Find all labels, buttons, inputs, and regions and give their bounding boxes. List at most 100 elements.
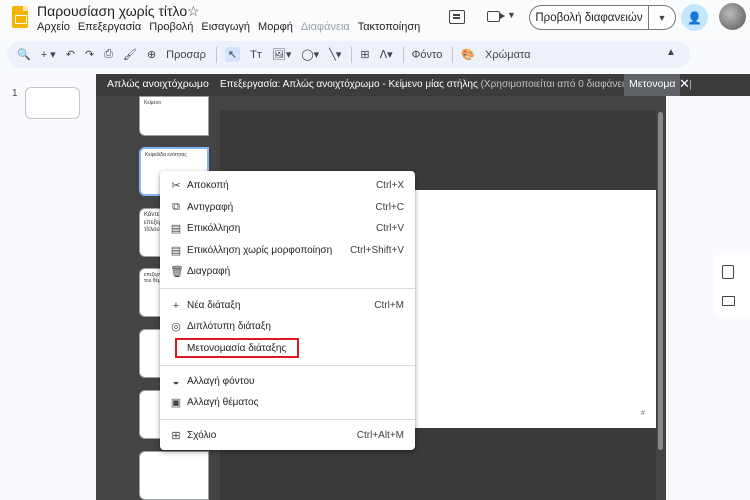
toolbar-divider [351, 46, 353, 63]
zoom-icon[interactable]: ⊕ [147, 48, 156, 61]
side-panel [713, 253, 750, 319]
slideshow-options-chevron-icon[interactable]: ▼ [649, 5, 676, 30]
slide-number-placeholder: # [641, 410, 645, 417]
line-icon[interactable]: ╲▾ [329, 48, 341, 61]
document-title[interactable]: Παρουσίαση χωρίς τίτλο [37, 3, 187, 19]
menu-item-label: Αντιγραφή [187, 202, 234, 213]
theme-icon: ▣ [170, 397, 182, 409]
layout-editor-title: Επεξεργασία: Απλώς ανοιχτόχρωμο - Κείμεν… [220, 79, 637, 90]
menu-item-shortcut: Ctrl+C [375, 202, 404, 213]
colors-button[interactable]: Χρώματα [485, 49, 530, 61]
menu-slide[interactable]: Διαφάνεια [301, 21, 350, 33]
text-box-button[interactable]: Tт [250, 49, 262, 61]
avatar[interactable] [719, 3, 746, 30]
toolbar-divider [402, 46, 404, 63]
menu-item-shortcut: Ctrl+Shift+V [350, 245, 404, 256]
menu-item-delete[interactable]: 🗑 Διαγραφή [160, 261, 415, 282]
menu-item-copy[interactable]: ⧉ Αντιγραφή Ctrl+C [160, 197, 415, 218]
menu-item-label: Αλλαγή θέματος [187, 397, 259, 408]
menu-item-label: Σχόλιο [187, 430, 217, 441]
theme-panel-title: Απλώς ανοιχτόχρωμο [107, 78, 209, 90]
menu-item-change-background[interactable]: ◒ Αλλαγή φόντου [160, 371, 415, 392]
toolbar: 🔍 + ▾ ↶ ↷ ⎙ 🖌 ⊕ Προσαρ ↖ Tт 🖼▾ ◯▾ ╲▾ ⊞ ꓥ… [7, 41, 690, 68]
trash-icon: 🗑 [170, 266, 184, 278]
duplicate-icon: ◎ [171, 321, 181, 333]
keep-notes-icon[interactable] [722, 265, 734, 279]
menu-item-label: Νέα διάταξη [187, 300, 241, 311]
context-menu: ✂ Αποκοπή Ctrl+X ⧉ Αντιγραφή Ctrl+C ▤ Επ… [160, 171, 415, 450]
search-menus-icon[interactable]: 🔍 [17, 48, 31, 61]
menu-item-label: Επικόλληση χωρίς μορφοποίηση [187, 245, 333, 256]
menu-edit[interactable]: Επεξεργασία [78, 21, 141, 33]
menu-arrange[interactable]: Τακτοποίηση [358, 21, 421, 33]
slide-thumbnail[interactable] [25, 87, 80, 119]
meet-camera-icon[interactable] [487, 11, 505, 22]
menu-item-shortcut: Ctrl+M [374, 300, 404, 311]
highlight-annotation [175, 338, 299, 358]
menu-divider [160, 365, 415, 366]
background-button[interactable]: Φόντο [412, 49, 443, 61]
toolbar-divider [215, 46, 217, 63]
menu-format[interactable]: Μορφή [258, 21, 293, 33]
comments-icon[interactable] [449, 10, 465, 24]
paste-icon: ▤ [170, 223, 182, 235]
menu-item-shortcut: Ctrl+V [375, 223, 404, 234]
close-icon[interactable]: ✕ [679, 76, 690, 92]
menu-item-label: Διπλότυπη διάταξη [187, 321, 271, 332]
fill-drop-icon: ◒ [172, 375, 180, 388]
bar-divider [690, 80, 691, 90]
menu-item-cut[interactable]: ✂ Αποκοπή Ctrl+X [160, 175, 415, 196]
menu-item-change-theme[interactable]: ▣ Αλλαγή θέματος [160, 392, 415, 413]
palette-icon[interactable]: 🎨 [461, 48, 475, 61]
menu-item-new-layout[interactable]: + Νέα διάταξη Ctrl+M [160, 295, 415, 316]
filmstrip [0, 74, 96, 500]
layout-usage-count: (Χρησιμοποιείται από 0 διαφάνειες) [480, 79, 637, 90]
zoom-select[interactable]: Προσαρ [166, 49, 206, 61]
menu-item-paste-plain[interactable]: ▤ Επικόλληση χωρίς μορφοποίηση Ctrl+Shif… [160, 240, 415, 261]
menu-item-shortcut: Ctrl+X [375, 180, 404, 191]
image-icon[interactable]: 🖼▾ [272, 48, 292, 61]
menu-item-label: Αποκοπή [187, 180, 229, 191]
copy-icon: ⧉ [172, 201, 180, 213]
vertical-scrollbar[interactable] [658, 112, 663, 450]
paint-format-icon[interactable]: 🖌 [123, 48, 137, 61]
select-cursor-icon[interactable]: ↖ [224, 47, 241, 62]
layout-thumbnail[interactable] [139, 451, 209, 500]
paste-plain-icon: ▤ [170, 245, 182, 257]
add-comment-toolbar-icon[interactable]: ⊞ [360, 48, 369, 61]
menu-item-label: Αλλαγή φόντου [187, 376, 255, 387]
ruler-marks: · · · · · [378, 455, 380, 493]
share-user-icon[interactable]: 👤 [681, 4, 708, 31]
add-comment-icon: ⊞ [171, 430, 181, 442]
print-icon[interactable]: ⎙ [104, 48, 113, 61]
menu-item-label: Επικόλληση [187, 223, 241, 234]
shape-icon[interactable]: ◯▾ [301, 48, 319, 61]
layout-editor-title-text: Επεξεργασία: Απλώς ανοιχτόχρωμο - Κείμεν… [220, 79, 478, 90]
menu-file[interactable]: Αρχείο [37, 21, 70, 33]
menu-item-duplicate-layout[interactable]: ◎ Διπλότυπη διάταξη [160, 316, 415, 337]
slides-logo-icon[interactable] [12, 6, 28, 28]
undo-icon[interactable]: ↶ [66, 48, 75, 61]
menu-bar: Αρχείο Επεξεργασία Προβολή Εισαγωγή Μορφ… [37, 21, 428, 33]
folder-icon[interactable] [722, 296, 735, 306]
toolbar-divider [452, 46, 454, 63]
menu-view[interactable]: Προβολή [149, 21, 193, 33]
slide-canvas[interactable] [398, 190, 656, 428]
plus-icon: + [172, 299, 180, 312]
chevron-up-icon[interactable]: ▲ [666, 47, 676, 58]
slide-number: 1 [12, 88, 18, 99]
scissors-icon: ✂ [171, 180, 181, 192]
redo-icon[interactable]: ↷ [85, 48, 94, 61]
menu-item-comment[interactable]: ⊞ Σχόλιο Ctrl+Alt+M [160, 425, 415, 446]
menu-divider [160, 288, 415, 289]
new-slide-icon[interactable]: + ▾ [41, 48, 56, 61]
rename-layout-tab[interactable]: Μετονομα [624, 74, 680, 96]
menu-item-paste[interactable]: ▤ Επικόλληση Ctrl+V [160, 218, 415, 239]
app-header: Παρουσίαση χωρίς τίτλο ☆ Αρχείο Επεξεργα… [0, 0, 750, 40]
text-color-icon[interactable]: ꓥ▾ [380, 48, 393, 61]
chevron-down-icon[interactable]: ▼ [507, 10, 516, 20]
menu-insert[interactable]: Εισαγωγή [201, 21, 250, 33]
star-icon[interactable]: ☆ [187, 3, 200, 20]
slideshow-button[interactable]: Προβολή διαφανειών [529, 5, 649, 30]
layout-thumbnail[interactable]: Κείμενο [139, 96, 209, 136]
